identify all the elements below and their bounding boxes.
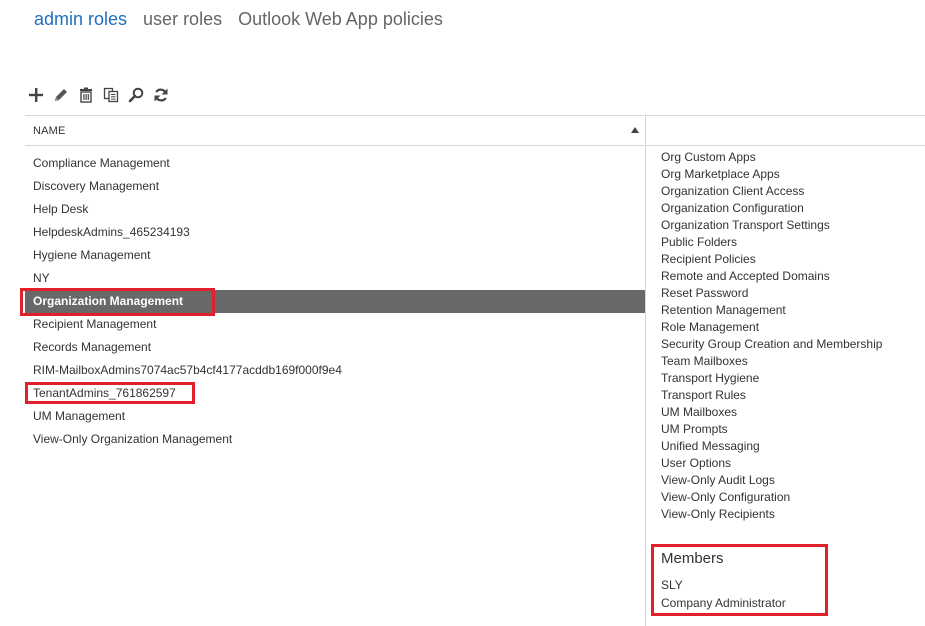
list-item[interactable]: Discovery Management bbox=[25, 175, 645, 198]
role-item: Unified Messaging bbox=[661, 439, 760, 453]
role-item: View-Only Configuration bbox=[661, 490, 791, 504]
role-item: Transport Hygiene bbox=[661, 371, 760, 385]
role-group-list: Compliance Management Discovery Manageme… bbox=[25, 152, 645, 451]
tab-user-roles[interactable]: user roles bbox=[143, 7, 222, 31]
assigned-roles-list: Org Custom Apps Org Marketplace Apps Org… bbox=[661, 149, 921, 523]
role-item: UM Mailboxes bbox=[661, 405, 738, 419]
role-item: Transport Rules bbox=[661, 388, 746, 402]
role-item: Team Mailboxes bbox=[661, 354, 748, 368]
tab-outlook-web-app-policies[interactable]: Outlook Web App policies bbox=[238, 7, 443, 31]
list-item[interactable]: Help Desk bbox=[25, 198, 645, 221]
list-item[interactable]: Records Management bbox=[25, 336, 645, 359]
role-item: Remote and Accepted Domains bbox=[661, 269, 830, 283]
role-item: Org Marketplace Apps bbox=[661, 167, 780, 181]
delete-icon[interactable] bbox=[77, 85, 95, 105]
pane-divider bbox=[645, 146, 646, 626]
list-item[interactable]: NY bbox=[25, 267, 645, 290]
members-section: Members SLY Company Administrator bbox=[661, 549, 821, 612]
member-item: SLY bbox=[661, 578, 683, 592]
list-item[interactable]: UM Management bbox=[25, 405, 645, 428]
role-item: Organization Client Access bbox=[661, 184, 805, 198]
member-item: Company Administrator bbox=[661, 596, 786, 610]
list-item[interactable]: TenantAdmins_761862597 bbox=[25, 382, 645, 405]
role-item: UM Prompts bbox=[661, 422, 728, 436]
list-item[interactable]: View-Only Organization Management bbox=[25, 428, 645, 451]
role-item: User Options bbox=[661, 456, 732, 470]
search-icon[interactable] bbox=[127, 85, 145, 105]
list-item[interactable]: Hygiene Management bbox=[25, 244, 645, 267]
list-item[interactable]: Recipient Management bbox=[25, 313, 645, 336]
column-header-name[interactable]: NAME bbox=[33, 125, 66, 137]
role-item: Organization Configuration bbox=[661, 201, 804, 215]
tab-bar: admin roles user roles Outlook Web App p… bbox=[34, 7, 459, 31]
role-item: Recipient Policies bbox=[661, 252, 756, 266]
tab-admin-roles[interactable]: admin roles bbox=[34, 7, 127, 31]
list-item-selected[interactable]: Organization Management bbox=[25, 290, 645, 313]
role-item: View-Only Recipients bbox=[661, 507, 775, 521]
edit-icon[interactable] bbox=[52, 85, 70, 105]
role-item: Org Custom Apps bbox=[661, 150, 756, 164]
add-icon[interactable] bbox=[27, 85, 45, 105]
role-item: Retention Management bbox=[661, 303, 786, 317]
role-item: View-Only Audit Logs bbox=[661, 473, 775, 487]
list-item[interactable]: RIM-MailboxAdmins7074ac57b4cf4177acddb16… bbox=[25, 359, 645, 382]
role-item: Security Group Creation and Membership bbox=[661, 337, 883, 351]
refresh-icon[interactable] bbox=[152, 85, 170, 105]
role-item: Public Folders bbox=[661, 235, 738, 249]
role-item: Role Management bbox=[661, 320, 760, 334]
members-heading: Members bbox=[661, 550, 724, 567]
role-item: Reset Password bbox=[661, 286, 749, 300]
copy-icon[interactable] bbox=[102, 85, 120, 105]
role-item: Organization Transport Settings bbox=[661, 218, 830, 232]
list-item[interactable]: HelpdeskAdmins_465234193 bbox=[25, 221, 645, 244]
list-item[interactable]: Compliance Management bbox=[25, 152, 645, 175]
list-header: NAME bbox=[25, 115, 644, 146]
detail-pane-header bbox=[645, 115, 925, 146]
toolbar bbox=[27, 85, 177, 105]
sort-ascending-icon[interactable] bbox=[631, 127, 639, 133]
